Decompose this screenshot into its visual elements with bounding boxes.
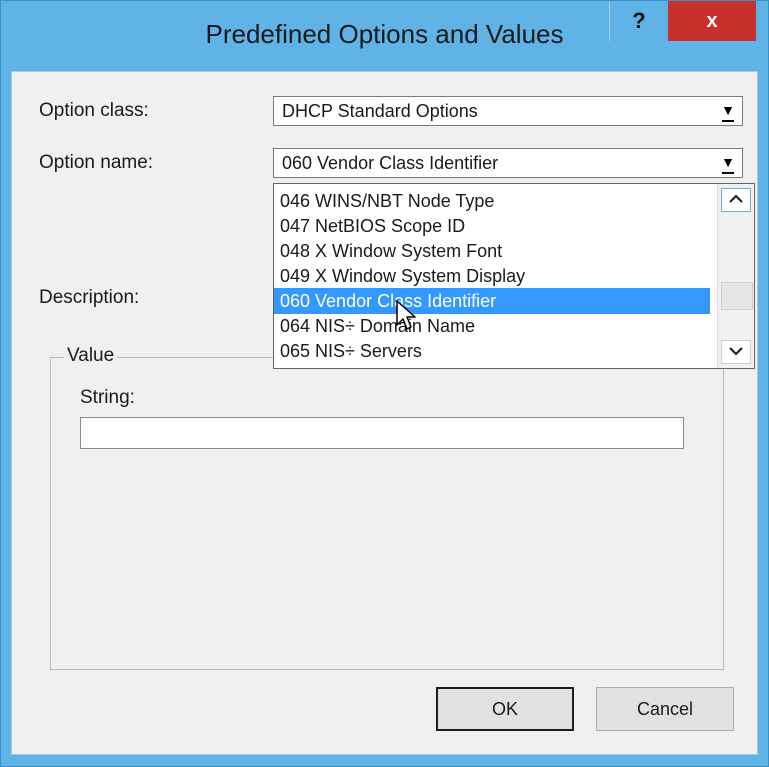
dropdown-item[interactable]: 049 X Window System Display: [274, 263, 710, 289]
string-input[interactable]: [80, 417, 684, 449]
option-name-label: Option name:: [39, 152, 154, 173]
dropdown-scrollbar[interactable]: [717, 184, 754, 368]
description-label: Description:: [39, 287, 140, 308]
option-name-value: 060 Vendor Class Identifier: [282, 153, 499, 173]
dropdown-item-selected[interactable]: 060 Vendor Class Identifier: [274, 288, 710, 314]
close-button[interactable]: x: [668, 1, 756, 41]
string-label: String:: [80, 387, 135, 408]
scroll-down-icon[interactable]: [721, 340, 751, 364]
title-bar[interactable]: Predefined Options and Values ? x: [1, 1, 768, 71]
ok-button[interactable]: OK: [436, 687, 574, 731]
value-group-legend: Value: [64, 345, 118, 367]
help-button[interactable]: ?: [609, 1, 669, 41]
mouse-cursor-icon: [396, 300, 416, 330]
dropdown-item[interactable]: 047 NetBIOS Scope ID: [274, 213, 710, 239]
option-name-combo[interactable]: 060 Vendor Class Identifier ▼: [273, 148, 743, 178]
option-class-combo[interactable]: DHCP Standard Options ▼: [273, 96, 743, 126]
dialog-body: Option class: DHCP Standard Options ▼ Op…: [11, 71, 758, 755]
option-class-value: DHCP Standard Options: [282, 101, 478, 121]
value-groupbox: [50, 357, 724, 670]
option-name-dropdown-list[interactable]: 046 WINS/NBT Node Type 047 NetBIOS Scope…: [273, 183, 755, 369]
scroll-up-icon[interactable]: [721, 188, 751, 212]
scroll-thumb[interactable]: [721, 282, 753, 310]
chevron-down-icon[interactable]: ▼: [714, 97, 742, 125]
dropdown-item[interactable]: 048 X Window System Font: [274, 238, 710, 264]
dropdown-item[interactable]: 064 NIS÷ Domain Name: [274, 313, 710, 339]
cancel-button[interactable]: Cancel: [596, 687, 734, 731]
dropdown-item[interactable]: 046 WINS/NBT Node Type: [274, 188, 710, 214]
option-class-label: Option class:: [39, 100, 149, 121]
dropdown-item[interactable]: 065 NIS÷ Servers: [274, 338, 710, 364]
chevron-down-icon[interactable]: ▼: [714, 149, 742, 177]
dialog-window: Predefined Options and Values ? x Option…: [0, 0, 769, 767]
